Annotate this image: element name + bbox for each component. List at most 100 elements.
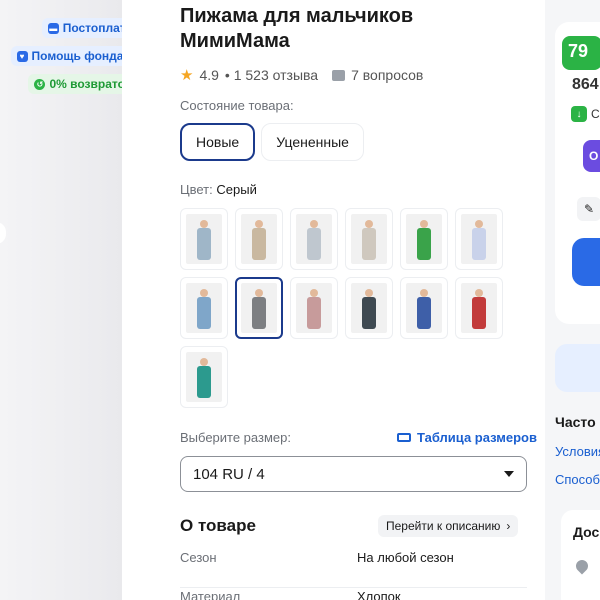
rating-row: ★ 4.9 • 1 523 отзыва 7 вопросов xyxy=(180,66,423,84)
child-head-shape xyxy=(255,289,263,297)
gallery-prev-arrow[interactable] xyxy=(0,222,6,244)
about-title: О товаре xyxy=(180,516,256,535)
thumbnail-image xyxy=(461,214,497,264)
thumbnail-image xyxy=(351,214,387,264)
faq-link-methods[interactable]: Способы xyxy=(555,472,600,487)
condition-label: Состояние товара: xyxy=(180,98,294,113)
child-head-shape xyxy=(475,220,483,228)
pajama-shape xyxy=(307,297,321,329)
truck-icon: ▬ xyxy=(47,22,59,34)
thumbnail-image xyxy=(241,283,277,333)
child-head-shape xyxy=(475,289,483,297)
thumbnail-image xyxy=(186,352,222,402)
spec-value: Хлопок xyxy=(357,589,401,600)
child-head-shape xyxy=(200,220,208,228)
size-table-link[interactable]: Таблица размеров xyxy=(397,430,537,445)
color-thumbnail[interactable] xyxy=(400,277,448,339)
child-head-shape xyxy=(310,220,318,228)
child-head-shape xyxy=(365,289,373,297)
color-thumbnail[interactable] xyxy=(180,208,228,270)
thumbnail-image xyxy=(296,214,332,264)
pajama-shape xyxy=(417,297,431,329)
spec-key: Материал xyxy=(180,589,241,600)
child-head-shape xyxy=(200,358,208,366)
size-select[interactable]: 104 RU / 4 xyxy=(180,456,527,492)
color-thumbnail[interactable] xyxy=(180,277,228,339)
badge-returns-label: 0% возвратов xyxy=(49,77,133,91)
spec-row: Материал Хлопок xyxy=(180,589,527,600)
thumbnail-image xyxy=(461,283,497,333)
color-thumbnail[interactable] xyxy=(290,277,338,339)
child-head-shape xyxy=(310,289,318,297)
heart-coin-icon: ♥ xyxy=(16,50,28,62)
thumbnail-image xyxy=(186,283,222,333)
caret-down-icon xyxy=(504,471,514,477)
spec-key: Сезон xyxy=(180,550,217,565)
pajama-shape xyxy=(197,366,211,398)
product-main: Пижама для мальчиков МимиМама ★ 4.9 • 1 … xyxy=(122,0,545,600)
color-thumbnail[interactable] xyxy=(180,346,228,408)
thumbnail-image xyxy=(241,214,277,264)
return-icon: ↺ xyxy=(34,78,46,90)
color-thumbnail[interactable] xyxy=(235,277,283,339)
pajama-shape xyxy=(197,297,211,329)
delivery-title: Дос xyxy=(573,524,600,540)
condition-new[interactable]: Новые xyxy=(180,123,256,161)
pajama-shape xyxy=(472,297,486,329)
color-label: Цвет: Серый xyxy=(180,182,257,197)
color-value: Серый xyxy=(216,182,257,197)
pajama-shape xyxy=(307,228,321,260)
color-thumbnail[interactable] xyxy=(345,277,393,339)
add-to-cart-button[interactable] xyxy=(572,238,600,286)
faq-link-conditions[interactable]: Условия xyxy=(555,444,600,459)
wallet-text: С xyxy=(591,107,600,121)
star-icon: ★ xyxy=(180,67,194,84)
faq-title: Часто xyxy=(555,414,596,430)
questions-link[interactable]: 7 вопросов xyxy=(351,67,423,83)
color-thumbnail[interactable] xyxy=(400,208,448,270)
installment-button[interactable]: О xyxy=(583,140,600,172)
rating-value: 4.9 xyxy=(199,67,219,83)
color-thumbnail[interactable] xyxy=(235,208,283,270)
spec-row: Сезон На любой сезон xyxy=(180,550,527,588)
product-title: Пижама для мальчиков МимиМама xyxy=(180,5,414,52)
pajama-shape xyxy=(472,228,486,260)
pajama-shape xyxy=(362,297,376,329)
question-icon xyxy=(332,69,346,81)
child-head-shape xyxy=(255,220,263,228)
child-head-shape xyxy=(420,289,428,297)
ruler-icon xyxy=(397,433,411,442)
thumbnail-image xyxy=(296,283,332,333)
child-head-shape xyxy=(365,220,373,228)
spec-value: На любой сезон xyxy=(357,550,454,565)
child-head-shape xyxy=(420,220,428,228)
color-thumbnail[interactable] xyxy=(455,208,503,270)
color-thumbnail[interactable] xyxy=(345,208,393,270)
to-description-button[interactable]: Перейти к описанию › xyxy=(378,515,519,537)
color-thumbnails xyxy=(180,208,540,408)
pajama-shape xyxy=(417,228,431,260)
child-head-shape xyxy=(200,289,208,297)
condition-tabs: Новые Уцененные xyxy=(180,123,364,161)
pajama-shape xyxy=(252,297,266,329)
thumbnail-image xyxy=(351,283,387,333)
color-thumbnail[interactable] xyxy=(455,277,503,339)
color-thumbnail[interactable] xyxy=(290,208,338,270)
thumbnail-image xyxy=(186,214,222,264)
pajama-shape xyxy=(362,228,376,260)
size-label: Выберите размер: xyxy=(180,430,291,445)
condition-discounted[interactable]: Уцененные xyxy=(261,123,364,161)
thumbnail-image xyxy=(406,283,442,333)
pajama-shape xyxy=(252,228,266,260)
chevron-right-icon: › xyxy=(506,519,511,533)
badge-charity-label: Помощь фондам xyxy=(31,49,133,63)
pajama-shape xyxy=(197,228,211,260)
info-block[interactable] xyxy=(555,344,600,392)
size-selected: 104 RU / 4 xyxy=(193,465,265,483)
price-value: 864 xyxy=(572,76,599,93)
wallet-icon: ↓ xyxy=(571,106,587,122)
thumbnail-image xyxy=(406,214,442,264)
reviews-link[interactable]: • 1 523 отзыва xyxy=(225,67,318,83)
purchase-sidebar: 79 864 ↓ С О ✎ Часто Условия Способы Дос xyxy=(545,0,600,600)
chat-icon[interactable]: ✎ xyxy=(577,197,600,221)
